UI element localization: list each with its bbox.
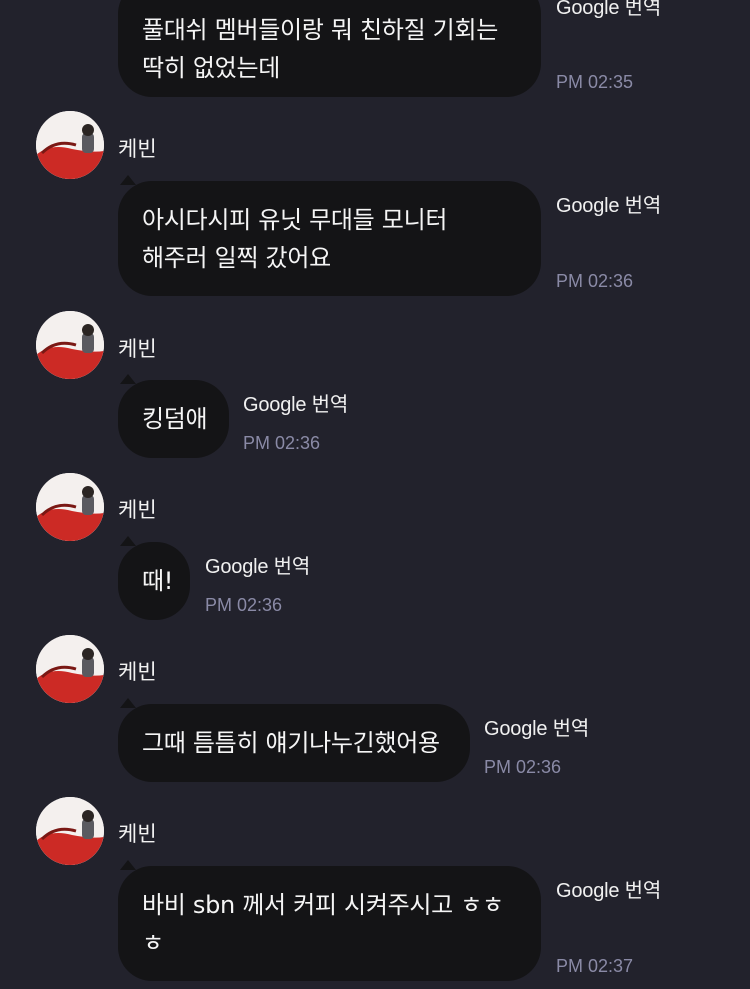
avatar[interactable]: [36, 311, 104, 379]
message-bubble: 킹덤애: [118, 374, 229, 458]
message-bubble: 아시다시피 유닛 무대들 모니터 해주러 일찍 갔어요: [118, 175, 541, 296]
bubble-tail: [120, 698, 136, 708]
google-translate-link[interactable]: Google 번역: [484, 712, 589, 741]
message-bubble: 때!: [118, 536, 190, 620]
avatar[interactable]: [36, 635, 104, 703]
avatar[interactable]: [36, 797, 104, 865]
google-translate-link[interactable]: Google 번역: [556, 189, 661, 218]
message-timestamp: PM 02:36: [205, 595, 283, 615]
message-text: 바비 sbn 께서 커피 시켜주시고 ㅎㅎ ㅎ: [142, 890, 504, 957]
message-timestamp: PM 02:36: [556, 271, 634, 291]
google-translate-link[interactable]: Google 번역: [243, 388, 348, 417]
message-bubble: 바비 sbn 께서 커피 시켜주시고 ㅎㅎ ㅎ: [118, 860, 541, 981]
sender-name: 케빈: [118, 137, 157, 161]
sender-name: 케빈: [118, 498, 157, 522]
message-text: 킹덤애: [142, 405, 208, 433]
message-timestamp: PM 02:35: [556, 72, 634, 92]
google-translate-link[interactable]: Google 번역: [205, 550, 310, 579]
message-text: 풀대쉬 멤버들이랑 뭐 친하질 기회는 딱히 없었는데: [142, 15, 499, 82]
message-text: 아시다시피 유닛 무대들 모니터 해주러 일찍 갔어요: [142, 205, 448, 272]
avatar[interactable]: [36, 111, 104, 179]
google-translate-link[interactable]: Google 번역: [556, 0, 661, 20]
message-timestamp: PM 02:37: [556, 956, 634, 976]
google-translate-link[interactable]: Google 번역: [556, 874, 661, 903]
message-bubble: 그때 틈틈히 얘기나누긴했어용: [118, 698, 470, 782]
bubble-tail: [120, 374, 136, 384]
bubble-tail: [120, 536, 136, 546]
avatar[interactable]: [36, 473, 104, 541]
message-text: 그때 틈틈히 얘기나누긴했어용: [142, 729, 440, 757]
message-text: 때!: [142, 567, 174, 595]
sender-name: 케빈: [118, 660, 157, 684]
message-timestamp: PM 02:36: [484, 757, 562, 777]
message-bubble: 풀대쉬 멤버들이랑 뭐 친하질 기회는 딱히 없었는데: [118, 0, 541, 97]
bubble-tail: [120, 175, 136, 185]
bubble-tail: [120, 860, 136, 870]
message-timestamp: PM 02:36: [243, 433, 321, 453]
sender-name: 케빈: [118, 337, 157, 361]
sender-name: 케빈: [118, 822, 157, 846]
